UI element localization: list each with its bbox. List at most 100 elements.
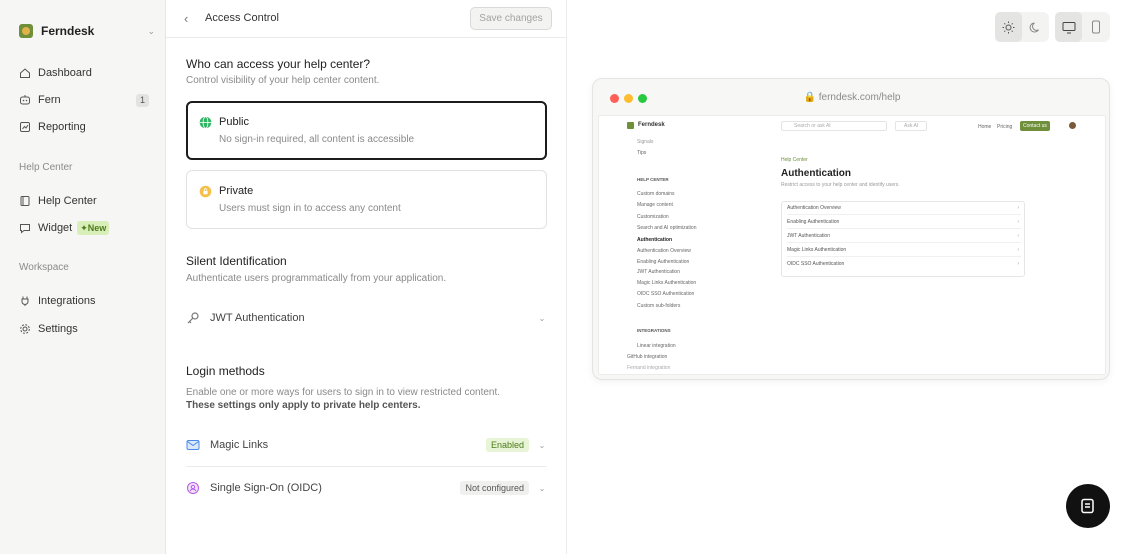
preview-url: ferndesk.com/help bbox=[818, 92, 901, 103]
bot-icon bbox=[19, 94, 31, 106]
chevron-down-icon: ⌄ bbox=[538, 440, 546, 450]
login-methods-description: Enable one or more ways for users to sig… bbox=[186, 386, 531, 412]
sidebar-item-reporting[interactable]: Reporting bbox=[19, 118, 149, 136]
mini-sidebar-item: Manage content bbox=[637, 202, 673, 208]
mini-sidebar-item: Linear integration bbox=[637, 343, 676, 349]
sidebar-item-label: Integrations bbox=[38, 295, 96, 307]
option-description: Users must sign in to access any content bbox=[219, 203, 401, 214]
sidebar-item-label: Widget bbox=[38, 222, 73, 234]
chevron-right-icon: › bbox=[1017, 205, 1019, 211]
mini-sidebar-item-active: Authentication bbox=[637, 237, 672, 243]
desktop-view-button[interactable] bbox=[1055, 12, 1082, 42]
mini-sidebar-subitem: Authentication Overview bbox=[637, 248, 691, 254]
sidebar-item-fern[interactable]: Fern 1 bbox=[19, 91, 149, 109]
book-icon bbox=[19, 195, 31, 207]
mobile-view-button[interactable] bbox=[1082, 12, 1109, 42]
option-title: Private bbox=[219, 185, 254, 197]
lock-icon bbox=[199, 185, 212, 198]
magic-links-row[interactable]: Magic Links Enabled ⌄ bbox=[186, 435, 547, 455]
globe-icon bbox=[199, 116, 212, 129]
mini-contact-button: Contact us bbox=[1020, 121, 1050, 131]
mini-article-description: Restrict access to your help center and … bbox=[781, 182, 900, 188]
mini-article-link: Authentication Overview › bbox=[787, 205, 1021, 215]
save-changes-button[interactable]: Save changes bbox=[470, 7, 552, 30]
mini-article-links: Authentication Overview › Enabling Authen… bbox=[781, 201, 1025, 277]
device-toggle bbox=[1055, 12, 1110, 42]
status-badge: Not configured bbox=[460, 481, 529, 495]
silent-identification-heading: Silent Identification bbox=[186, 254, 287, 268]
mini-search-input: Search or ask AI bbox=[781, 121, 887, 131]
sidebar-item-help-center[interactable]: Help Center bbox=[19, 192, 149, 210]
plug-icon bbox=[19, 295, 31, 307]
sidebar-item-label: Dashboard bbox=[38, 67, 92, 79]
chevron-right-icon: › bbox=[1017, 247, 1019, 253]
option-public[interactable]: Public No sign-in required, all content … bbox=[186, 101, 547, 160]
page-title: Access Control bbox=[205, 12, 279, 24]
jwt-authentication-label: JWT Authentication bbox=[210, 312, 305, 324]
sso-icon bbox=[186, 481, 200, 495]
mini-nav-pricing: Pricing bbox=[997, 124, 1013, 130]
sidebar-item-dashboard[interactable]: Dashboard bbox=[19, 64, 149, 82]
chart-icon bbox=[19, 121, 31, 133]
mini-sidebar-subitem: JWT Authentication bbox=[637, 269, 680, 275]
panel-header: ‹ Access Control Save changes bbox=[166, 0, 567, 38]
sparkle-icon: ✦ bbox=[80, 222, 88, 233]
mini-article-link: Enabling Authentication › bbox=[787, 219, 1021, 229]
gear-icon bbox=[19, 323, 31, 335]
sidebar-item-label: Help Center bbox=[38, 195, 97, 207]
section-label-help-center: Help Center bbox=[19, 162, 73, 173]
sidebar-item-label: Settings bbox=[38, 323, 78, 335]
mini-sidebar-item: GitHub integration bbox=[627, 354, 668, 360]
mini-article-link: OIDC SSO Authentication › bbox=[787, 261, 1021, 271]
chevron-right-icon: › bbox=[1017, 233, 1019, 239]
login-methods-heading: Login methods bbox=[186, 364, 265, 378]
option-description: No sign-in required, all content is acce… bbox=[219, 134, 415, 145]
chat-widget-button[interactable] bbox=[1066, 484, 1110, 528]
mini-sidebar-item: Custom sub-folders bbox=[637, 303, 681, 309]
workspace-switcher[interactable]: Ferndesk ⌄ bbox=[19, 22, 155, 40]
sidebar-item-settings[interactable]: Settings bbox=[19, 320, 149, 338]
sso-oidc-label: Single Sign-On (OIDC) bbox=[210, 482, 322, 494]
moon-icon bbox=[1029, 22, 1039, 32]
dark-mode-button[interactable] bbox=[1022, 12, 1049, 42]
sidebar-item-label: Reporting bbox=[38, 121, 86, 133]
access-control-panel: ‹ Access Control Save changes Who can ac… bbox=[166, 0, 567, 554]
option-title: Public bbox=[219, 116, 249, 128]
light-mode-button[interactable] bbox=[995, 12, 1022, 42]
sidebar: Ferndesk ⌄ Dashboard Fern 1 Reporting He… bbox=[0, 0, 166, 554]
divider bbox=[186, 466, 547, 467]
mini-article-link-label: OIDC SSO Authentication bbox=[787, 261, 845, 267]
workspace-name: Ferndesk bbox=[41, 24, 95, 38]
sso-oidc-row[interactable]: Single Sign-On (OIDC) Not configured ⌄ bbox=[186, 478, 547, 498]
option-private[interactable]: Private Users must sign in to access any… bbox=[186, 170, 547, 229]
mini-ask-ai-button: Ask AI bbox=[895, 121, 927, 131]
sidebar-item-integrations[interactable]: Integrations bbox=[19, 292, 149, 310]
chat-icon bbox=[19, 222, 31, 234]
mini-sidebar-subitem: Magic Links Authentication bbox=[637, 280, 697, 286]
chevron-right-icon: › bbox=[1017, 261, 1019, 267]
access-heading: Who can access your help center? bbox=[186, 57, 371, 71]
notification-count: 1 bbox=[136, 93, 149, 107]
lock-icon: 🔒 bbox=[803, 92, 816, 103]
jwt-authentication-row[interactable]: JWT Authentication ⌄ bbox=[186, 308, 547, 328]
mini-sidebar-item: Customization bbox=[637, 214, 669, 220]
mini-article-link-label: Magic Links Authentication bbox=[787, 247, 847, 253]
mini-sidebar-item: Tips bbox=[637, 150, 647, 156]
chevron-down-icon: ⌄ bbox=[538, 313, 546, 323]
mini-sidebar-item: Search and AI optimization bbox=[637, 225, 697, 231]
sidebar-item-label: Fern bbox=[38, 94, 61, 106]
status-badge: Enabled bbox=[485, 438, 529, 452]
chevron-down-icon: ⌄ bbox=[147, 25, 155, 36]
preview-url-bar: 🔒 ferndesk.com/help bbox=[593, 92, 1109, 103]
phone-icon bbox=[1091, 20, 1100, 34]
ferndesk-logo-icon bbox=[19, 24, 33, 38]
mini-article-title: Authentication bbox=[781, 168, 851, 179]
sidebar-item-widget[interactable]: Widget ✦ New bbox=[19, 219, 149, 237]
magic-links-label: Magic Links bbox=[210, 439, 269, 451]
section-label-workspace: Workspace bbox=[19, 262, 69, 273]
preview-page: Ferndesk Search or ask AI Ask AI Home Pr… bbox=[598, 115, 1106, 375]
mini-article-link: Magic Links Authentication › bbox=[787, 247, 1021, 257]
document-chat-icon bbox=[1081, 498, 1094, 514]
dashboard-icon bbox=[19, 67, 31, 79]
back-icon[interactable]: ‹ bbox=[184, 12, 196, 26]
